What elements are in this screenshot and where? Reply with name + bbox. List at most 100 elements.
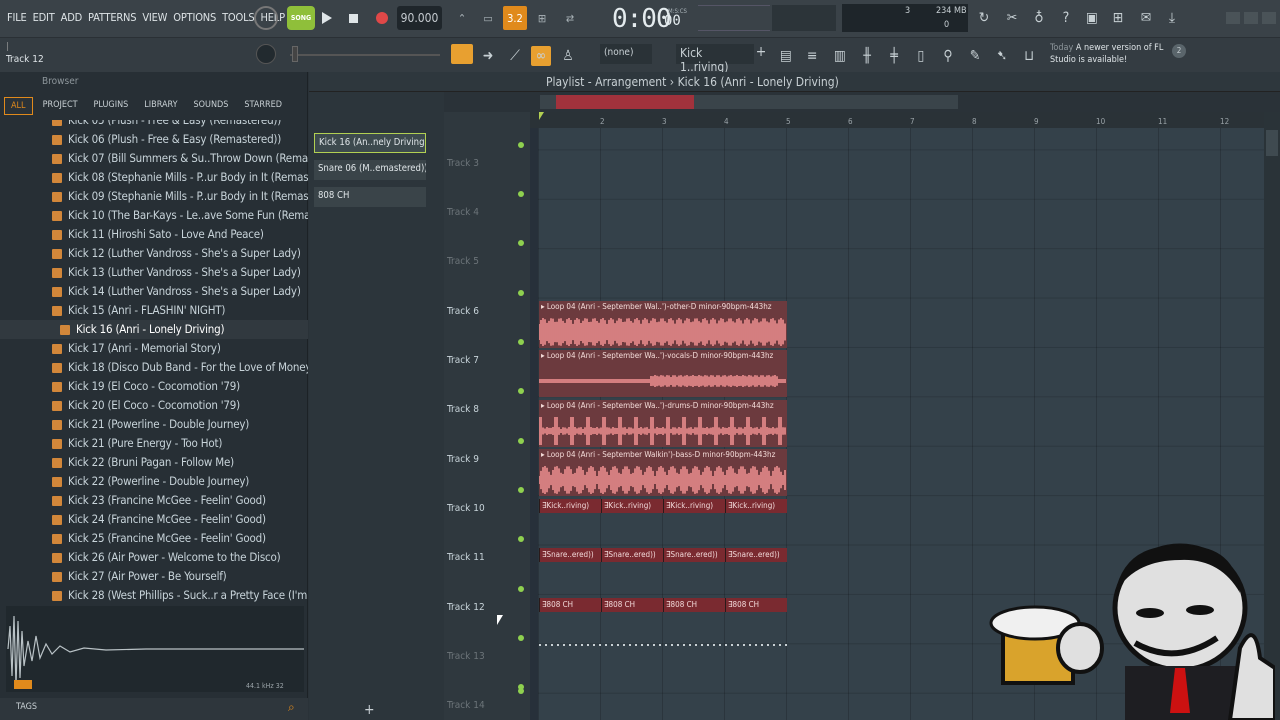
track-label[interactable]: Track 12 bbox=[447, 602, 485, 613]
pattern-clip[interactable]: ∃808 CH bbox=[725, 598, 787, 612]
pattern-clip[interactable]: ∃Kick..riving) bbox=[539, 499, 601, 513]
pattern-clip[interactable]: ∃Snare..ered)) bbox=[601, 548, 663, 562]
paint-icon[interactable]: ⟋ bbox=[505, 46, 525, 66]
browser-item[interactable]: Kick 09 (Stephanie Mills - P..ur Body in… bbox=[0, 187, 308, 206]
track-label[interactable]: Track 3 bbox=[447, 158, 479, 169]
track-label[interactable]: Track 5 bbox=[447, 256, 479, 267]
browser-item[interactable]: Kick 05 (Plush - Free & Easy (Remastered… bbox=[0, 120, 308, 130]
pattern-clip[interactable]: ∃Kick..riving) bbox=[601, 499, 663, 513]
browser-item[interactable]: Kick 11 (Hiroshi Sato - Love And Peace) bbox=[0, 225, 308, 244]
piano-roll-icon[interactable]: ≡ bbox=[802, 46, 822, 66]
scrollbar-thumb[interactable] bbox=[556, 95, 694, 109]
menu-options[interactable]: OPTIONS bbox=[170, 11, 219, 24]
browser-item[interactable]: Kick 21 (Pure Energy - Too Hot) bbox=[0, 434, 308, 453]
track-label[interactable]: Track 10 bbox=[447, 503, 485, 514]
tab-project[interactable]: PROJECT bbox=[37, 97, 84, 115]
tab-all[interactable]: ALL bbox=[4, 97, 33, 115]
pattern-clip[interactable]: ∃808 CH bbox=[663, 598, 725, 612]
tempo-display[interactable]: 90.000 bbox=[397, 6, 442, 30]
browser-item[interactable]: Kick 06 (Plush - Free & Easy (Remastered… bbox=[0, 130, 308, 149]
playlist-icon[interactable]: ▤ bbox=[776, 46, 796, 66]
audio-clip[interactable]: ▸ Loop 04 (Anri - September Wal..')-othe… bbox=[539, 301, 787, 348]
mic-icon[interactable]: ♁ bbox=[1029, 8, 1049, 28]
master-slider[interactable] bbox=[290, 54, 440, 56]
menu-view[interactable]: VIEW bbox=[139, 11, 170, 24]
pattern-clip[interactable]: ∃808 CH bbox=[539, 598, 601, 612]
timeline-ruler[interactable] bbox=[530, 112, 1264, 128]
step-indicator[interactable]: 3.2 bbox=[503, 6, 527, 30]
pattern-clip[interactable]: ∃Snare..ered)) bbox=[663, 548, 725, 562]
pattern-clip[interactable]: ∃Kick..riving) bbox=[663, 499, 725, 513]
wait-input-icon[interactable]: ▭ bbox=[478, 6, 498, 30]
track-active-indicator[interactable] bbox=[518, 191, 524, 197]
track-active-indicator[interactable] bbox=[518, 586, 524, 592]
track-label[interactable]: Track 11 bbox=[447, 552, 485, 563]
record-button[interactable] bbox=[372, 6, 392, 30]
loop-record-icon[interactable]: ⇄ bbox=[560, 6, 580, 30]
browser-item[interactable]: Kick 07 (Bill Summers & Su..Throw Down (… bbox=[0, 149, 308, 168]
browser-item[interactable]: Kick 23 (Francine McGee - Feelin' Good) bbox=[0, 491, 308, 510]
track-active-indicator[interactable] bbox=[518, 388, 524, 394]
master-pitch-knob[interactable] bbox=[256, 44, 276, 64]
browser-item[interactable]: Kick 24 (Francine McGee - Feelin' Good) bbox=[0, 510, 308, 529]
browser-item[interactable]: Kick 17 (Anri - Memorial Story) bbox=[0, 339, 308, 358]
help-icon[interactable]: ? bbox=[1056, 8, 1076, 28]
browser-item[interactable]: Kick 15 (Anri - FLASHIN' NIGHT) bbox=[0, 301, 308, 320]
audio-clip[interactable]: ▸ Loop 04 (Anri - September Wa..')-vocal… bbox=[539, 350, 787, 397]
track-label[interactable]: Track 7 bbox=[447, 355, 479, 366]
browser-item[interactable]: Kick 20 (El Coco - Cocomotion '79) bbox=[0, 396, 308, 415]
audio-clip[interactable]: ▸ Loop 04 (Anri - September Wa..')-drums… bbox=[539, 400, 787, 447]
channel-rack-icon[interactable]: ▥ bbox=[830, 46, 850, 66]
pattern-clip[interactable]: ∃Kick..riving) bbox=[725, 499, 787, 513]
channel-kick[interactable]: Kick 16 (An..nely Driving) bbox=[314, 133, 426, 153]
pattern-clip[interactable]: ∃Snare..ered)) bbox=[539, 548, 601, 562]
track-label[interactable]: Track 4 bbox=[447, 207, 479, 218]
tab-library[interactable]: LIBRARY bbox=[138, 97, 183, 115]
metronome-icon[interactable]: ⌃ bbox=[452, 6, 472, 30]
snap-icon[interactable] bbox=[451, 44, 473, 64]
browser-item[interactable]: Kick 21 (Powerline - Double Journey) bbox=[0, 415, 308, 434]
track-active-indicator[interactable] bbox=[518, 487, 524, 493]
maximize-button[interactable] bbox=[1244, 12, 1258, 24]
track-active-indicator[interactable] bbox=[518, 688, 524, 694]
arrow-right-icon[interactable]: ➜ bbox=[478, 46, 498, 66]
render-icon[interactable]: ⊞ bbox=[1108, 8, 1128, 28]
link-icon[interactable]: ∞ bbox=[531, 46, 551, 66]
pattern-clip[interactable]: ∃808 CH bbox=[601, 598, 663, 612]
browser-item[interactable]: Kick 28 (West Phillips - Suck..r a Prett… bbox=[0, 586, 308, 604]
file-icon[interactable]: ▯ bbox=[911, 46, 931, 66]
tab-sounds[interactable]: SOUNDS bbox=[188, 97, 235, 115]
pattern-clip[interactable]: ∃Snare..ered)) bbox=[725, 548, 787, 562]
stop-button[interactable] bbox=[343, 6, 363, 30]
save-icon[interactable]: ▣ bbox=[1082, 8, 1102, 28]
browser-item[interactable]: Kick 27 (Air Power - Be Yourself) bbox=[0, 567, 308, 586]
channel-snare[interactable]: Snare 06 (M..emastered)) bbox=[314, 160, 426, 180]
browser-item[interactable]: Kick 22 (Bruni Pagan - Follow Me) bbox=[0, 453, 308, 472]
menu-file[interactable]: FILE bbox=[4, 11, 30, 24]
track-active-indicator[interactable] bbox=[518, 290, 524, 296]
track-label[interactable]: Track 13 bbox=[447, 651, 485, 662]
plugin-icon[interactable]: ⚲ bbox=[938, 46, 958, 66]
preview-play-icon[interactable] bbox=[14, 680, 32, 689]
minimize-button[interactable] bbox=[1226, 12, 1240, 24]
search-icon[interactable]: ⌕ bbox=[288, 700, 302, 714]
pattern-selector[interactable]: Kick 1..riving) bbox=[676, 44, 754, 74]
vertical-scroll-thumb[interactable] bbox=[1266, 130, 1278, 156]
menu-add[interactable]: ADD bbox=[58, 11, 85, 24]
tools-icon[interactable]: ✎ bbox=[965, 46, 985, 66]
cut-icon[interactable]: ✂ bbox=[1002, 8, 1022, 28]
stamp-icon[interactable]: ♙ bbox=[558, 46, 578, 66]
add-channel-button[interactable]: + bbox=[364, 702, 375, 718]
song-mode-button[interactable]: SONG bbox=[287, 6, 315, 30]
track-label[interactable]: Track 14 bbox=[447, 700, 485, 711]
master-volume-knob[interactable] bbox=[254, 6, 278, 30]
track-label[interactable]: Track 6 bbox=[447, 306, 479, 317]
browser-item[interactable]: Kick 10 (The Bar-Kays - Le..ave Some Fun… bbox=[0, 206, 308, 225]
playhead-marker[interactable] bbox=[539, 112, 544, 120]
browser-item[interactable]: Kick 22 (Powerline - Double Journey) bbox=[0, 472, 308, 491]
track-label[interactable]: Track 9 bbox=[447, 454, 479, 465]
blend-notes-icon[interactable]: ⊞ bbox=[532, 6, 552, 30]
chat-icon[interactable]: ✉ bbox=[1136, 8, 1156, 28]
browser-item[interactable]: Kick 08 (Stephanie Mills - P..ur Body in… bbox=[0, 168, 308, 187]
browser-item[interactable]: Kick 25 (Francine McGee - Feelin' Good) bbox=[0, 529, 308, 548]
